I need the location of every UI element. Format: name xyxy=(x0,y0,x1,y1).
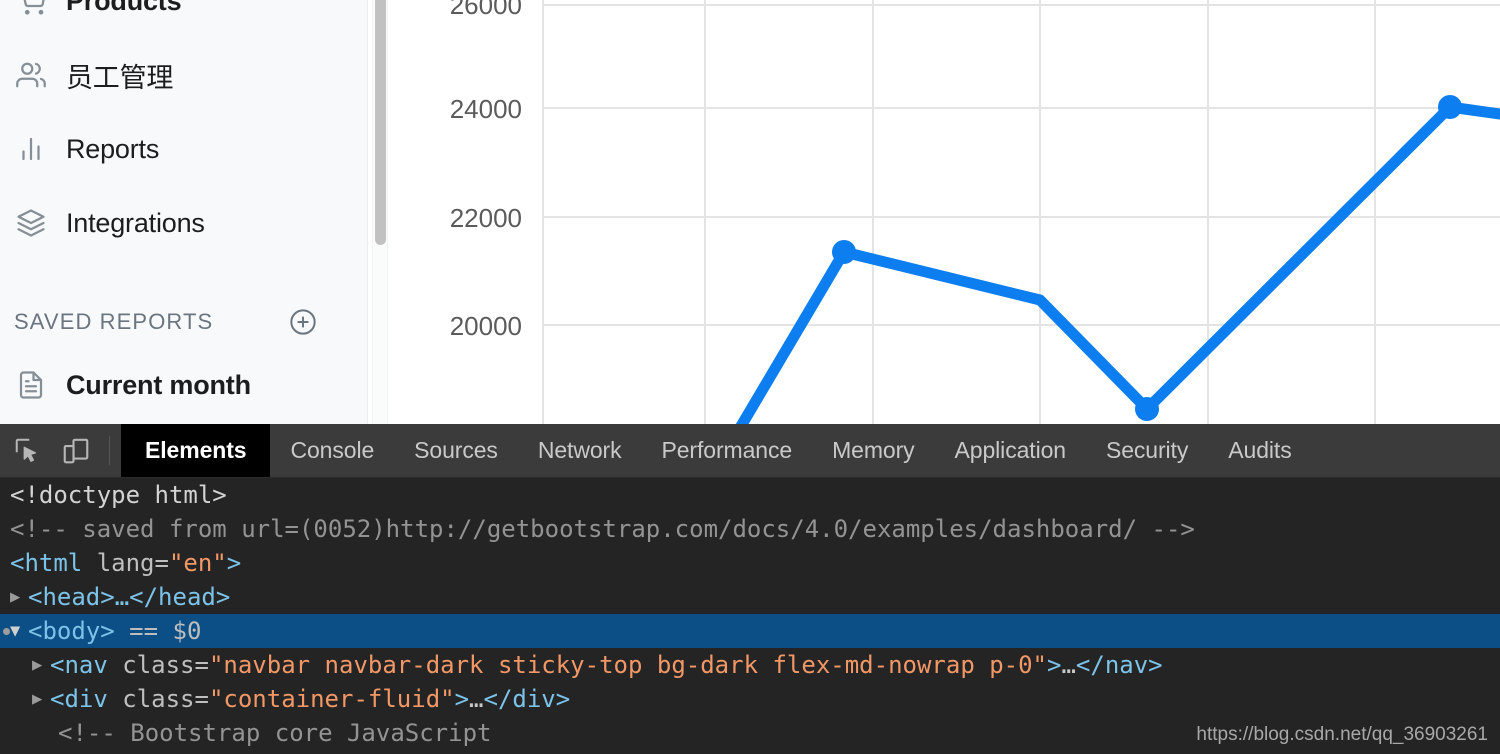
toolbar-divider xyxy=(109,436,110,465)
doctype-text: <!doctype html> xyxy=(10,481,227,509)
chart-grid-horizontal xyxy=(543,4,1500,326)
chevron-right-icon[interactable]: ▶ xyxy=(32,648,50,682)
sidebar-item-employee-management[interactable]: 员工管理 xyxy=(0,44,368,106)
code-line-body[interactable]: ▼ <body> == $0 xyxy=(0,614,1500,648)
saved-reports-header: SAVED REPORTS xyxy=(14,300,354,344)
sidebar-item-label: Integrations xyxy=(66,207,205,238)
div-tag-open: <div xyxy=(50,685,108,713)
div-close-tag: </div> xyxy=(483,685,571,713)
dashboard-sidebar: Products 员工管理 Reports Integrations SAVED… xyxy=(0,0,368,424)
sidebar-item-label: Products xyxy=(66,0,182,16)
chevron-down-icon[interactable]: ▼ xyxy=(10,614,28,648)
chevron-right-icon[interactable]: ▶ xyxy=(10,580,28,614)
chart-y-tick-labels: 26000 24000 22000 20000 xyxy=(450,0,522,341)
tab-application[interactable]: Application xyxy=(935,424,1086,477)
y-tick-label: 26000 xyxy=(450,0,522,20)
tab-network[interactable]: Network xyxy=(518,424,642,477)
tab-elements[interactable]: Elements xyxy=(121,424,271,477)
dom-tree-view[interactable]: <!doctype html> <!-- saved from url=(005… xyxy=(0,478,1500,754)
data-point[interactable] xyxy=(832,240,856,264)
chart-data-line xyxy=(735,101,1500,424)
div-attr-name: class= xyxy=(122,685,209,713)
bar-chart-icon xyxy=(14,132,48,166)
saved-from-comment: <!-- saved from url=(0052)http://getboot… xyxy=(10,515,1195,543)
web-page-viewport: Products 员工管理 Reports Integrations SAVED… xyxy=(0,0,1500,424)
shopping-cart-icon xyxy=(14,0,48,18)
watermark-url: https://blog.csdn.net/qq_36903261 xyxy=(1196,724,1488,745)
nav-attr-value: "navbar navbar-dark sticky-top bg-dark f… xyxy=(208,651,1048,679)
sidebar-item-integrations[interactable]: Integrations xyxy=(0,192,368,254)
code-line-nav[interactable]: ▶ <nav class="navbar navbar-dark sticky-t… xyxy=(0,648,1500,682)
dashboard-line-chart: 26000 24000 22000 20000 xyxy=(390,0,1500,424)
sidebar-item-products[interactable]: Products xyxy=(0,0,368,32)
div-attr-value: "container-fluid" xyxy=(208,685,455,713)
nav-gt: > xyxy=(1047,651,1062,679)
div-ellipsis: … xyxy=(469,685,484,713)
data-point[interactable] xyxy=(1135,397,1159,421)
html-tag: <html xyxy=(10,549,83,577)
saved-reports-heading: SAVED REPORTS xyxy=(14,309,214,334)
devtools-toolbar: Elements Console Sources Network Perform… xyxy=(0,424,1500,478)
head-node-text: <head>…</head> xyxy=(28,583,231,611)
code-line-saved-comment[interactable]: <!-- saved from url=(0052)http://getboot… xyxy=(0,512,1500,546)
code-line-head[interactable]: ▶ <head>…</head> xyxy=(0,580,1500,614)
plus-circle-icon[interactable] xyxy=(288,307,318,337)
chart-canvas: 26000 24000 22000 20000 xyxy=(450,0,1500,424)
chart-grid-vertical xyxy=(542,0,1376,424)
sidebar-item-current-month[interactable]: Current month xyxy=(0,354,368,416)
sidebar-item-label: 员工管理 xyxy=(66,62,174,94)
nav-attr-name: class= xyxy=(122,651,209,679)
bootstrap-comment: <!-- Bootstrap core JavaScript xyxy=(58,719,492,747)
inspect-element-icon[interactable] xyxy=(4,424,52,477)
html-attr-name: lang= xyxy=(96,549,169,577)
html-close-bracket: > xyxy=(226,549,242,577)
chart-data-points xyxy=(832,95,1462,421)
tab-audits[interactable]: Audits xyxy=(1208,424,1311,477)
sidebar-item-label: Reports xyxy=(66,133,160,164)
y-tick-label: 24000 xyxy=(450,94,522,124)
tab-performance[interactable]: Performance xyxy=(642,424,813,477)
chevron-right-icon[interactable]: ▶ xyxy=(32,682,50,716)
code-line-div[interactable]: ▶ <div class="container-fluid">…</div> xyxy=(0,682,1500,716)
breakpoint-dot-icon xyxy=(3,628,10,635)
nav-close-tag: </nav> xyxy=(1075,651,1163,679)
sidebar-scrollbar-thumb[interactable] xyxy=(375,0,386,245)
code-line-html-open[interactable]: <html lang="en"> xyxy=(0,546,1500,580)
nav-tag-open: <nav xyxy=(50,651,108,679)
users-icon xyxy=(14,58,48,92)
code-line-doctype[interactable]: <!doctype html> xyxy=(0,478,1500,512)
html-attr-value: "en" xyxy=(168,549,227,577)
tab-sources[interactable]: Sources xyxy=(394,424,518,477)
y-tick-label: 20000 xyxy=(450,311,522,341)
body-selection-marker: == $0 xyxy=(129,617,202,645)
layers-icon xyxy=(14,206,48,240)
div-gt: > xyxy=(454,685,470,713)
tab-security[interactable]: Security xyxy=(1086,424,1208,477)
body-node-text: <body> xyxy=(28,617,115,645)
sidebar-item-reports[interactable]: Reports xyxy=(0,118,368,180)
file-text-icon xyxy=(14,368,48,402)
tab-memory[interactable]: Memory xyxy=(812,424,934,477)
data-point[interactable] xyxy=(1438,95,1462,119)
devtools-panel: Elements Console Sources Network Perform… xyxy=(0,424,1500,754)
tab-console[interactable]: Console xyxy=(270,424,394,477)
sidebar-item-label: Current month xyxy=(66,369,251,400)
toggle-device-toolbar-icon[interactable] xyxy=(52,424,100,477)
nav-ellipsis: … xyxy=(1061,651,1076,679)
y-tick-label: 22000 xyxy=(450,203,522,233)
